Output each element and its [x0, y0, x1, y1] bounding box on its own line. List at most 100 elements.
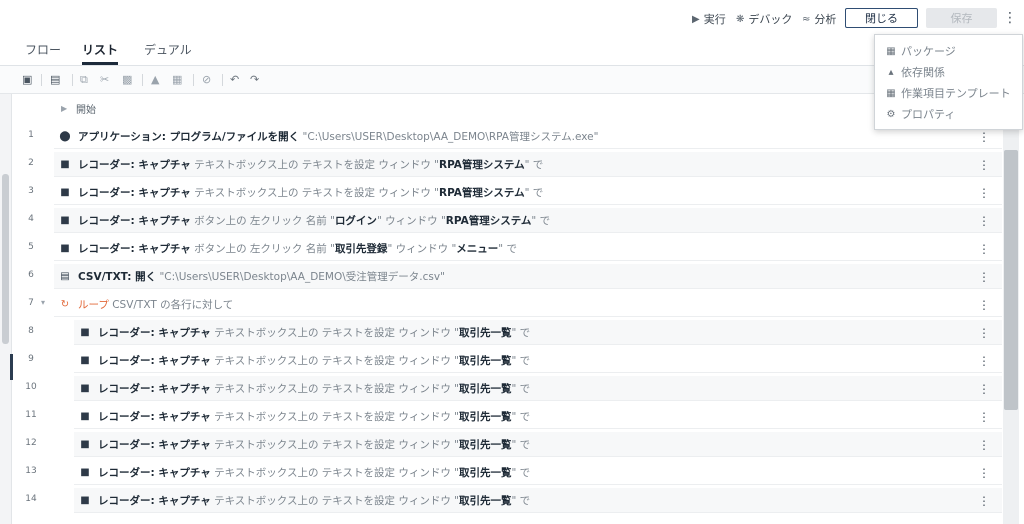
- action-card[interactable]: ■ レコーダー: キャプチャ テキストボックス上の テキストを設定 ウィンドウ "…: [74, 320, 1002, 345]
- paste-icon[interactable]: ▩: [122, 73, 132, 86]
- action-card[interactable]: ⬤ アプリケーション: プログラム/ファイルを開く "C:\Users\USER\…: [54, 124, 1002, 149]
- row-menu-icon[interactable]: ⋮: [978, 270, 990, 284]
- left-scroll-thumb[interactable]: [2, 174, 9, 344]
- action-keyword: レコーダー: キャプチャ: [98, 382, 211, 395]
- action-row[interactable]: 8 ■ レコーダー: キャプチャ テキストボックス上の テキストを設定 ウィンドウ …: [12, 318, 1002, 346]
- line-number: 10: [25, 382, 37, 392]
- redo-icon[interactable]: ↷: [250, 73, 259, 86]
- menu-item-dependencies[interactable]: ▴ 依存関係: [885, 64, 945, 80]
- action-card[interactable]: ■ レコーダー: キャプチャ テキストボックス上の テキストを設定 ウィンドウ "…: [74, 460, 1002, 485]
- action-card[interactable]: ■ レコーダー: キャプチャ ボタン上の 左クリック 名前 "ログイン" ウィンド…: [54, 208, 1002, 233]
- run-button[interactable]: ▶ 実行: [692, 11, 726, 27]
- close-button[interactable]: 閉じる: [845, 8, 918, 28]
- tab-list[interactable]: リスト: [82, 41, 119, 65]
- action-card[interactable]: ■ レコーダー: キャプチャ テキストボックス上の テキストを設定 ウィンドウ "…: [54, 180, 1002, 205]
- action-keyword: ログイン: [334, 214, 377, 227]
- loop-row[interactable]: 7 ▾ ↻ ループ CSV/TXT の各行に対して ⋮: [12, 290, 1002, 318]
- recorder-icon: ■: [60, 158, 70, 170]
- row-menu-icon[interactable]: ⋮: [978, 466, 990, 480]
- action-row[interactable]: 3 ■ レコーダー: キャプチャ テキストボックス上の テキストを設定 ウィンドウ …: [12, 178, 1002, 206]
- view-tabs: フロー リスト デュアル: [0, 36, 1024, 66]
- row-menu-icon[interactable]: ⋮: [978, 298, 990, 312]
- action-card[interactable]: ■ レコーダー: キャプチャ テキストボックス上の テキストを設定 ウィンドウ "…: [74, 488, 1002, 513]
- action-detail: テキストボックス上の テキストを設定 ウィンドウ ": [210, 438, 459, 451]
- row-menu-icon[interactable]: ⋮: [978, 438, 990, 452]
- analyze-label: 分析: [814, 13, 837, 26]
- recorder-icon: ■: [80, 438, 90, 450]
- left-panel-scrollbar[interactable]: [0, 94, 13, 524]
- action-row[interactable]: 10 ■ レコーダー: キャプチャ テキストボックス上の テキストを設定 ウィンドウ…: [12, 374, 1002, 402]
- action-keyword: レコーダー: キャプチャ: [98, 354, 211, 367]
- action-row[interactable]: 14 ■ レコーダー: キャプチャ テキストボックス上の テキストを設定 ウィンドウ…: [12, 486, 1002, 514]
- action-detail: " で: [511, 382, 531, 395]
- cut-icon[interactable]: ✂: [100, 73, 109, 86]
- action-card[interactable]: ■ レコーダー: キャプチャ テキストボックス上の テキストを設定 ウィンドウ "…: [74, 432, 1002, 457]
- row-menu-icon[interactable]: ⋮: [978, 186, 990, 200]
- action-row[interactable]: 4 ■ レコーダー: キャプチャ ボタン上の 左クリック 名前 "ログイン" ウィン…: [12, 206, 1002, 234]
- menu-item-work-item-template[interactable]: ▦ 作業項目テンプレート: [885, 85, 1010, 101]
- action-card[interactable]: ↻ ループ CSV/TXT の各行に対して ⋮: [54, 292, 1002, 317]
- start-node[interactable]: ▶ 開始: [12, 94, 1002, 122]
- action-detail: テキストボックス上の テキストを設定 ウィンドウ ": [210, 382, 459, 395]
- action-keyword: RPA管理システム: [438, 186, 525, 199]
- delete-icon[interactable]: ▦: [172, 73, 182, 86]
- action-keyword: レコーダー: キャプチャ: [78, 242, 191, 255]
- package-icon: ▦: [886, 45, 896, 57]
- row-menu-icon[interactable]: ⋮: [978, 158, 990, 172]
- row-menu-icon[interactable]: ⋮: [978, 242, 990, 256]
- menu-item-package[interactable]: ▦ パッケージ: [885, 43, 956, 59]
- action-text: レコーダー: キャプチャ テキストボックス上の テキストを設定 ウィンドウ "R…: [78, 185, 543, 200]
- record-icon[interactable]: ▣: [22, 73, 32, 86]
- menu-item-properties[interactable]: ⚙ プロパティ: [885, 106, 956, 122]
- line-number: 4: [28, 214, 34, 224]
- action-text: レコーダー: キャプチャ テキストボックス上の テキストを設定 ウィンドウ "取…: [98, 409, 530, 424]
- save-button[interactable]: 保存: [926, 8, 997, 28]
- line-number: 5: [28, 242, 34, 252]
- list-scroll-thumb[interactable]: [1004, 150, 1018, 410]
- row-menu-icon[interactable]: ⋮: [978, 410, 990, 424]
- copy-icon[interactable]: ⧉: [80, 73, 88, 87]
- action-card[interactable]: ■ レコーダー: キャプチャ テキストボックス上の テキストを設定 ウィンドウ "…: [74, 404, 1002, 429]
- action-card[interactable]: ■ レコーダー: キャプチャ ボタン上の 左クリック 名前 "取引先登録" ウィン…: [54, 236, 1002, 261]
- row-menu-icon[interactable]: ⋮: [978, 354, 990, 368]
- action-row[interactable]: 2 ■ レコーダー: キャプチャ テキストボックス上の テキストを設定 ウィンドウ …: [12, 150, 1002, 178]
- action-row[interactable]: 1 ⬤ アプリケーション: プログラム/ファイルを開く "C:\Users\USER…: [12, 122, 1002, 150]
- tab-dual[interactable]: デュアル: [144, 41, 192, 65]
- tab-flow[interactable]: フロー: [25, 41, 61, 65]
- action-keyword: レコーダー: キャプチャ: [78, 158, 191, 171]
- more-options-icon[interactable]: ⋮: [1003, 9, 1017, 27]
- undo-icon[interactable]: ↶: [230, 73, 239, 86]
- analyze-button[interactable]: ≈ 分析: [802, 11, 836, 27]
- row-menu-icon[interactable]: ⋮: [978, 326, 990, 340]
- action-keyword: 取引先一覧: [458, 494, 512, 507]
- action-card[interactable]: ▤ CSV/TXT: 開く "C:\Users\USER\Desktop\AA_D…: [54, 264, 1002, 289]
- disable-icon[interactable]: ⊘: [202, 73, 211, 86]
- recorder-icon: ■: [60, 186, 70, 198]
- debug-button[interactable]: ❋ デバック: [736, 11, 792, 27]
- collapse-icon[interactable]: ▾: [41, 298, 45, 307]
- enable-icon[interactable]: ▲: [151, 73, 159, 86]
- action-row[interactable]: 12 ■ レコーダー: キャプチャ テキストボックス上の テキストを設定 ウィンドウ…: [12, 430, 1002, 458]
- application-icon: ⬤: [59, 130, 71, 142]
- row-menu-icon[interactable]: ⋮: [978, 214, 990, 228]
- action-keyword: 取引先一覧: [458, 438, 512, 451]
- insert-icon[interactable]: ▤: [50, 73, 60, 86]
- recorder-icon: ■: [80, 410, 90, 422]
- action-card[interactable]: ■ レコーダー: キャプチャ テキストボックス上の テキストを設定 ウィンドウ "…: [74, 348, 1002, 373]
- action-text: レコーダー: キャプチャ テキストボックス上の テキストを設定 ウィンドウ "取…: [98, 493, 530, 508]
- list-scrollbar[interactable]: [1003, 94, 1019, 524]
- action-detail: " で: [524, 186, 544, 199]
- action-row[interactable]: 5 ■ レコーダー: キャプチャ ボタン上の 左クリック 名前 "取引先登録" ウィ…: [12, 234, 1002, 262]
- action-card[interactable]: ■ レコーダー: キャプチャ テキストボックス上の テキストを設定 ウィンドウ "…: [74, 376, 1002, 401]
- action-row[interactable]: 13 ■ レコーダー: キャプチャ テキストボックス上の テキストを設定 ウィンドウ…: [12, 458, 1002, 486]
- recorder-icon: ■: [80, 326, 90, 338]
- expand-icon[interactable]: ▶: [61, 104, 67, 113]
- action-row[interactable]: 9 ■ レコーダー: キャプチャ テキストボックス上の テキストを設定 ウィンドウ …: [12, 346, 1002, 374]
- action-card[interactable]: ■ レコーダー: キャプチャ テキストボックス上の テキストを設定 ウィンドウ "…: [54, 152, 1002, 177]
- row-menu-icon[interactable]: ⋮: [978, 382, 990, 396]
- action-row[interactable]: 11 ■ レコーダー: キャプチャ テキストボックス上の テキストを設定 ウィンドウ…: [12, 402, 1002, 430]
- row-menu-icon[interactable]: ⋮: [978, 130, 990, 144]
- row-menu-icon[interactable]: ⋮: [978, 494, 990, 508]
- analyze-icon: ≈: [802, 13, 811, 25]
- action-row[interactable]: 6 ▤ CSV/TXT: 開く "C:\Users\USER\Desktop\AA_…: [12, 262, 1002, 290]
